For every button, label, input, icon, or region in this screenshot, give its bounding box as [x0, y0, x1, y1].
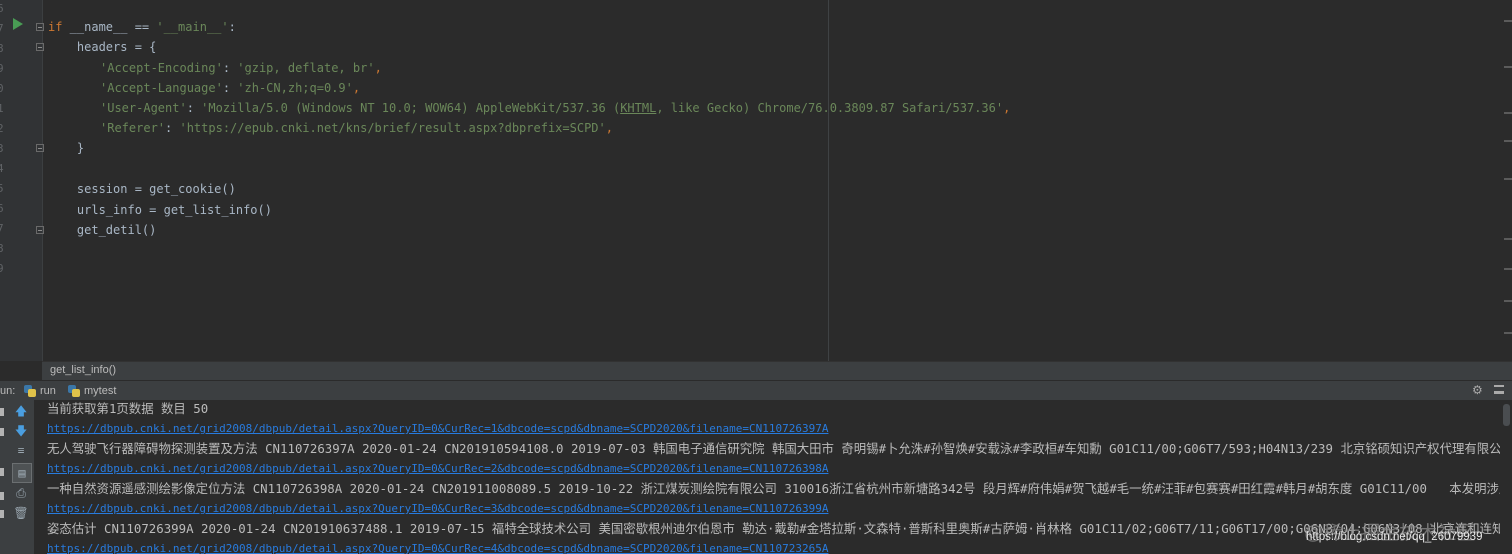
console-link[interactable]: https://dbpub.cnki.net/grid2008/dbpub/de…	[47, 498, 828, 519]
line-number: 9	[0, 62, 4, 75]
python-icon	[68, 384, 80, 397]
print-icon[interactable]: ⎙	[13, 485, 29, 501]
line-number: 1	[0, 102, 4, 115]
line-number: 9	[0, 262, 4, 275]
console-line: 一种自然资源遥感测绘影像定位方法 CN110726398A 2020-01-24…	[47, 481, 1500, 496]
code-text[interactable]: if __name__ == '__main__': headers = { '…	[48, 0, 1010, 237]
stop-icon[interactable]	[0, 428, 4, 436]
console-link[interactable]: https://dbpub.cnki.net/grid2008/dbpub/de…	[47, 418, 828, 439]
scroll-marker	[1504, 268, 1512, 270]
line-number: 2	[0, 122, 4, 135]
line-number: 5	[0, 182, 4, 195]
editor-scrollbar[interactable]	[1504, 0, 1512, 361]
scroll-marker	[1504, 300, 1512, 302]
tab-label: run	[40, 384, 56, 397]
scroll-marker	[1504, 332, 1512, 334]
right-margin-guide	[828, 0, 829, 361]
trash-icon[interactable]: 🗑	[13, 505, 29, 521]
console-line: 姿态估计 CN110726399A 2020-01-24 CN201910637…	[47, 521, 1500, 536]
editor-gutter: 6 7 8 9 0 1 2 3 4 5 6 7 8 9	[0, 0, 44, 361]
settings-icon[interactable]	[0, 468, 4, 476]
fold-icon[interactable]	[36, 144, 44, 152]
run-toolbar: 🡅 🡇 ≡ ▤ ⎙ 🗑	[0, 400, 35, 554]
code-line: session = get_cookie()	[48, 182, 236, 196]
code-line: }	[48, 141, 85, 155]
soft-wrap-icon[interactable]: ≡	[13, 443, 29, 459]
scroll-to-end-icon[interactable]: ▤	[12, 463, 32, 483]
scroll-marker	[1504, 112, 1512, 114]
console-link[interactable]: https://dbpub.cnki.net/grid2008/dbpub/de…	[47, 538, 828, 554]
arrow-down-icon[interactable]: 🡇	[13, 423, 29, 439]
breadcrumb-item[interactable]: get_list_info()	[50, 364, 116, 376]
run-icon[interactable]	[13, 18, 23, 30]
tab-label: mytest	[84, 384, 117, 397]
console-line: 当前获取第1页数据 数目 50	[47, 401, 209, 416]
console-scrollbar[interactable]	[1500, 400, 1512, 554]
line-number: 7	[0, 22, 4, 35]
breadcrumb[interactable]: get_list_info()	[42, 361, 1512, 380]
rerun-icon[interactable]	[0, 408, 4, 416]
code-line: 'Referer': 'https://epub.cnki.net/kns/br…	[100, 121, 613, 135]
python-icon	[24, 384, 36, 397]
scroll-marker	[1504, 178, 1512, 180]
line-number: 4	[0, 162, 4, 175]
console-line: 无人驾驶飞行器障碍物探测装置及方法 CN110726397A 2020-01-2…	[47, 441, 1500, 456]
pin-icon[interactable]	[0, 492, 4, 500]
code-line: 'User-Agent': 'Mozilla/5.0 (Windows NT 1…	[100, 101, 1011, 115]
line-number: 6	[0, 2, 4, 15]
scrollbar-thumb[interactable]	[1503, 404, 1510, 426]
code-line: 'Accept-Language': 'zh-CN,zh;q=0.9',	[100, 81, 361, 95]
fold-icon[interactable]	[36, 43, 44, 51]
code-editor[interactable]: 6 7 8 9 0 1 2 3 4 5 6 7 8 9 if __name__ …	[0, 0, 1512, 361]
tab-mytest[interactable]: mytest	[68, 381, 116, 400]
line-number: 3	[0, 142, 4, 155]
code-line: get_detil()	[48, 223, 157, 237]
code-line: urls_info = get_list_info()	[48, 203, 272, 217]
line-number: 6	[0, 202, 4, 215]
fold-icon[interactable]	[36, 23, 44, 31]
scroll-marker	[1504, 66, 1512, 68]
hide-panel-icon[interactable]	[1494, 385, 1504, 394]
arrow-up-icon[interactable]: 🡅	[13, 403, 29, 419]
fold-icon[interactable]	[36, 226, 44, 234]
code-line: headers = {	[48, 40, 157, 54]
line-number: 8	[0, 242, 4, 255]
run-tool-window-header: un: run mytest ⚙	[0, 380, 1512, 400]
scroll-marker	[1504, 20, 1512, 22]
line-number: 7	[0, 222, 4, 235]
gear-icon[interactable]: ⚙	[1472, 383, 1483, 397]
line-number: 8	[0, 42, 4, 55]
watermark-url: https://blog.csdn.net/qq_26079939	[1306, 531, 1483, 543]
run-prefix-label: un:	[0, 385, 16, 397]
close-icon[interactable]	[0, 510, 4, 518]
line-number: 0	[0, 82, 4, 95]
code-line: 'Accept-Encoding': 'gzip, deflate, br',	[100, 61, 382, 75]
scroll-marker	[1504, 140, 1512, 142]
scroll-marker	[1504, 238, 1512, 240]
tab-run[interactable]: run	[24, 381, 56, 400]
console-link[interactable]: https://dbpub.cnki.net/grid2008/dbpub/de…	[47, 458, 828, 479]
console-output[interactable]: 当前获取第1页数据 数目 50 https://dbpub.cnki.net/g…	[34, 400, 1500, 554]
code-line: if __name__ == '__main__':	[48, 20, 236, 34]
